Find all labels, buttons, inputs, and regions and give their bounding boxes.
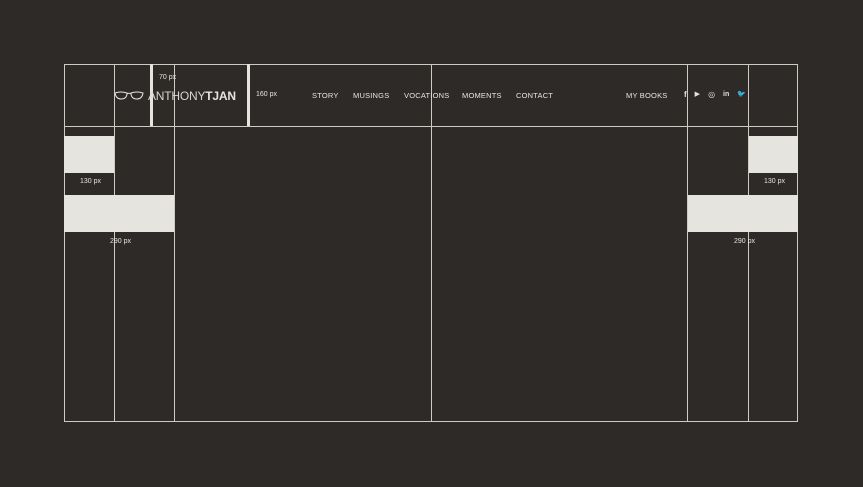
margin-block-290-left: [64, 195, 174, 232]
logo[interactable]: ANTHONYTJAN: [114, 89, 236, 103]
logo-wordmark: ANTHONYTJAN: [148, 89, 236, 103]
dim-label-130-right: 130 px: [764, 178, 786, 185]
youtube-icon[interactable]: ▶: [695, 90, 700, 99]
dim-label-290-right: 290 px: [734, 238, 756, 245]
instagram-icon[interactable]: ◎: [708, 90, 715, 99]
linkedin-icon[interactable]: in: [723, 90, 729, 99]
logo-first: ANTHONY: [148, 89, 206, 103]
header-divider: [64, 126, 798, 127]
margin-block-290-right: [688, 195, 798, 232]
nav-contact[interactable]: CONTACT: [516, 91, 553, 100]
grid-line-center: [431, 64, 432, 422]
nav-moments[interactable]: MOMENTS: [462, 91, 502, 100]
logo-last: TJAN: [205, 89, 236, 103]
dim-label-70: 70 px: [159, 74, 177, 81]
dim-label-290-left: 290 px: [110, 238, 132, 245]
facebook-icon[interactable]: f: [684, 90, 687, 99]
margin-block-130-right: [749, 136, 798, 173]
marker-160px: [247, 64, 250, 126]
nav-vocations[interactable]: VOCATIONS: [404, 91, 449, 100]
social-links: f ▶ ◎ in 🐦: [684, 90, 746, 99]
dim-label-160: 160 px: [256, 91, 278, 98]
nav-musings[interactable]: MUSINGS: [353, 91, 389, 100]
margin-block-130-left: [64, 136, 114, 173]
nav-my-books[interactable]: MY BOOKS: [626, 91, 667, 100]
twitter-icon[interactable]: 🐦: [737, 90, 746, 99]
grid-line-col-3: [687, 64, 688, 422]
dim-label-130-left: 130 px: [80, 178, 102, 185]
glasses-icon: [114, 91, 144, 100]
grid-line-col-2: [174, 64, 175, 422]
nav-story[interactable]: STORY: [312, 91, 339, 100]
